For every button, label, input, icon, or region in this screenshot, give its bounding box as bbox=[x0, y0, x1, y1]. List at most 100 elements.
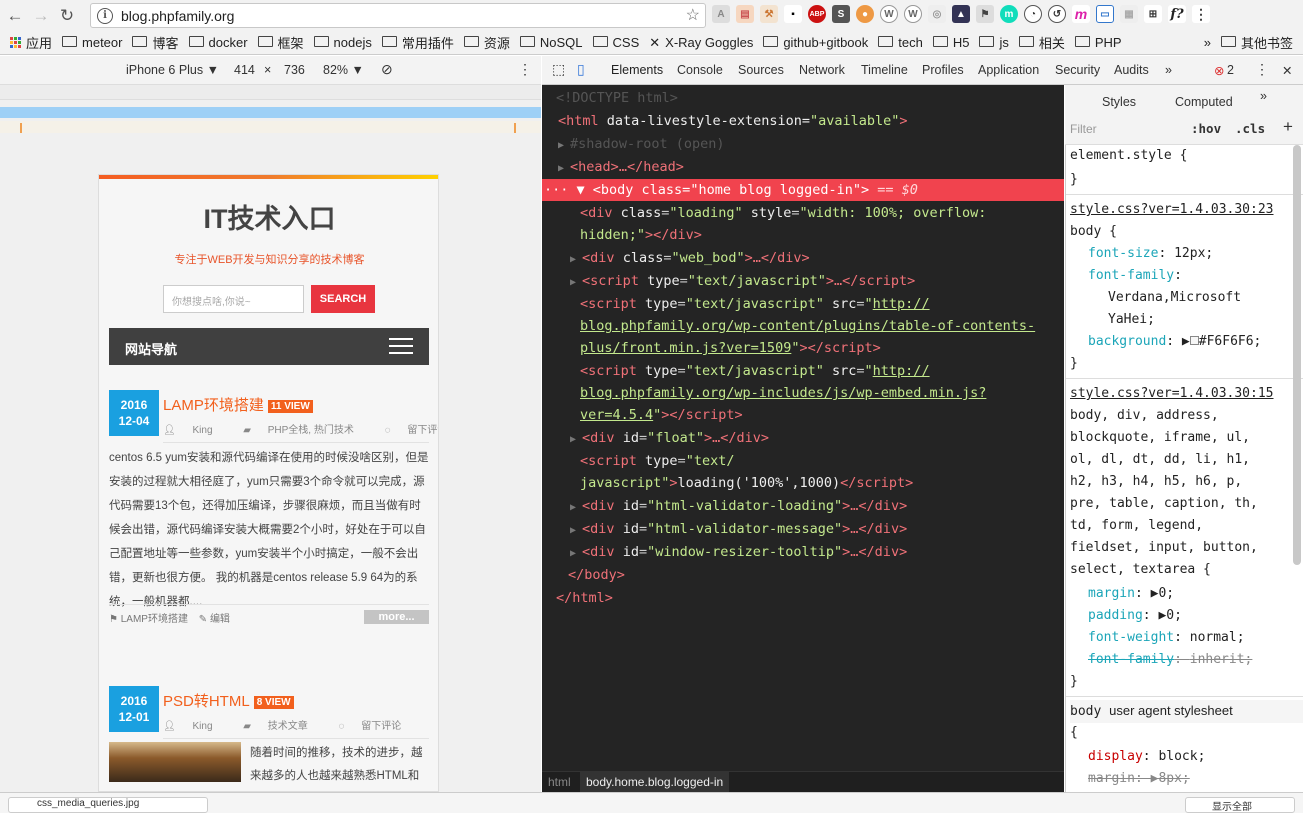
chart-ext-icon[interactable]: ▲ bbox=[952, 5, 970, 23]
edit-link[interactable]: ✎ 编辑 bbox=[199, 614, 230, 625]
bookmark-folder[interactable]: 博客 bbox=[132, 33, 179, 52]
zoom-select[interactable]: 82% ▼ bbox=[323, 63, 364, 77]
tag-link[interactable]: ⚑ LAMP环境搭建 bbox=[109, 614, 188, 625]
tab-timeline[interactable]: Timeline bbox=[861, 63, 908, 77]
back-icon[interactable]: ← bbox=[4, 5, 26, 27]
address-bar[interactable]: i blog.phpfamily.org ☆ bbox=[90, 3, 706, 28]
media-query-bar[interactable] bbox=[0, 121, 541, 133]
menu-icon[interactable]: ⋮ bbox=[1192, 5, 1210, 23]
info-icon[interactable]: i bbox=[97, 7, 113, 24]
category[interactable]: ▰ PHP全栈, 热门技术 bbox=[243, 425, 368, 436]
prop-margin[interactable]: margin: ▶0; bbox=[1088, 583, 1174, 605]
category[interactable]: ▰ 技术文章 bbox=[243, 721, 321, 732]
cls-toggle[interactable]: .cls bbox=[1235, 121, 1265, 136]
doctype-node[interactable]: <!DOCTYPE html> bbox=[556, 87, 678, 109]
script-src-node[interactable]: <script type="text/javascript" src="http… bbox=[580, 360, 930, 382]
close-devtools-icon[interactable]: ✕ bbox=[1282, 63, 1292, 78]
bookmark-folder[interactable]: js bbox=[979, 35, 1009, 50]
bookmark-folder[interactable]: github+gitbook bbox=[763, 35, 868, 50]
tab-sources[interactable]: Sources bbox=[738, 63, 784, 77]
html-node[interactable]: <html data-livestyle-extension="availabl… bbox=[558, 110, 908, 132]
tab-network[interactable]: Network bbox=[799, 63, 845, 77]
reload-icon[interactable]: ↻ bbox=[56, 5, 78, 27]
tab-audits[interactable]: Audits bbox=[1114, 63, 1149, 77]
comment-link[interactable]: ◌ 留下评论 bbox=[385, 425, 438, 436]
m-ext-icon[interactable]: m bbox=[1000, 5, 1018, 23]
tab-security[interactable]: Security bbox=[1055, 63, 1100, 77]
inspect-icon[interactable]: ⬚ bbox=[552, 61, 565, 78]
s-ext-icon[interactable]: S bbox=[832, 5, 850, 23]
tab-profiles[interactable]: Profiles bbox=[922, 63, 964, 77]
viewport-height[interactable]: 736 bbox=[284, 63, 305, 77]
wordpress2-ext-icon[interactable]: W bbox=[904, 5, 922, 23]
picker-ext-icon[interactable]: ▪ bbox=[784, 5, 802, 23]
tab-styles[interactable]: Styles bbox=[1102, 95, 1136, 109]
bookmark-xray[interactable]: ✕ X-Ray Goggles bbox=[649, 35, 753, 51]
hamburger-icon[interactable] bbox=[389, 338, 413, 354]
bookmark-folder[interactable]: tech bbox=[878, 35, 923, 50]
bookmark-star-icon[interactable]: ☆ bbox=[686, 5, 700, 25]
device-mode-icon[interactable]: ▯ bbox=[577, 61, 585, 78]
bookmark-folder[interactable]: CSS bbox=[592, 35, 639, 50]
head-node[interactable]: ▶ <head>…</head> bbox=[558, 156, 684, 180]
device-more-icon[interactable]: ⋮ bbox=[518, 61, 532, 78]
tab-computed[interactable]: Computed bbox=[1175, 95, 1233, 109]
more-button[interactable]: more... bbox=[364, 610, 429, 624]
bookmark-folder[interactable]: NoSQL bbox=[519, 35, 583, 50]
search-button[interactable]: SEARCH bbox=[311, 285, 375, 313]
bookmark-folder[interactable]: 资源 bbox=[463, 33, 510, 52]
prop-font-family[interactable]: font-family: bbox=[1088, 265, 1182, 287]
rotate-icon[interactable]: ⊘ bbox=[381, 61, 393, 78]
tab-elements[interactable]: Elements bbox=[611, 63, 663, 77]
script-node[interactable]: ▶ <script type="text/javascript">…</scri… bbox=[570, 270, 915, 294]
author[interactable]: 👤︎ King bbox=[163, 425, 227, 436]
bookmark-folder[interactable]: docker bbox=[188, 35, 248, 50]
prop-font-weight[interactable]: font-weight: normal; bbox=[1088, 627, 1245, 649]
sync-ext-icon[interactable]: ↺ bbox=[1048, 5, 1066, 23]
m2-ext-icon[interactable]: m bbox=[1072, 5, 1090, 23]
body-node[interactable]: ··· ▼ <body class="home blog logged-in">… bbox=[544, 179, 918, 201]
viewport-width[interactable]: 414 bbox=[234, 63, 255, 77]
styles-scrollbar[interactable] bbox=[1293, 145, 1301, 565]
bookmark-apps[interactable]: 应用 bbox=[10, 33, 52, 52]
breadcrumb-body[interactable]: body.home.blog.logged-in bbox=[580, 772, 730, 792]
media-query-bar[interactable] bbox=[0, 107, 541, 118]
tab-application[interactable]: Application bbox=[978, 63, 1039, 77]
script-src-link[interactable]: blog.phpfamily.org/wp-includes/js/wp-emb… bbox=[580, 382, 986, 404]
show-all-downloads-button[interactable]: 显示全部 bbox=[1185, 797, 1295, 813]
rule-source-link[interactable]: style.css?ver=1.4.03.30:15 bbox=[1070, 383, 1274, 405]
tab-console[interactable]: Console bbox=[677, 63, 723, 77]
bookmark-folder[interactable]: meteor bbox=[62, 35, 122, 50]
fquestion-ext-icon[interactable]: f? bbox=[1168, 5, 1186, 23]
adblock-ext-icon[interactable]: ABP bbox=[808, 5, 826, 23]
download-item[interactable]: css_media_queries.jpg bbox=[8, 797, 208, 813]
site-nav-bar[interactable]: 网站导航 bbox=[109, 328, 429, 365]
site-title[interactable]: IT技术入口 bbox=[99, 197, 438, 236]
float-div-node[interactable]: ▶ <div id="float">…</div> bbox=[570, 427, 769, 451]
prop-font-size[interactable]: font-size: 12px; bbox=[1088, 243, 1213, 265]
post-thumbnail[interactable] bbox=[109, 742, 241, 782]
rule-source-link[interactable]: style.css?ver=1.4.03.30:23 bbox=[1070, 199, 1274, 221]
script-src-node[interactable]: <script type="text/javascript" src="http… bbox=[580, 293, 930, 315]
post-title[interactable]: LAMP环境搭建 11 VIEW bbox=[163, 394, 313, 415]
other-bookmarks[interactable]: » 其他书签 bbox=[1204, 33, 1293, 52]
resizer-tooltip-node[interactable]: ▶ <div id="window-resizer-tooltip">…</di… bbox=[570, 541, 907, 565]
flag-ext-icon[interactable]: ⚑ bbox=[976, 5, 994, 23]
prop-padding[interactable]: padding: ▶0; bbox=[1088, 605, 1182, 627]
post-title[interactable]: PSD转HTML 8 VIEW bbox=[163, 690, 294, 711]
validator-message-node[interactable]: ▶ <div id="html-validator-message">…</di… bbox=[570, 518, 907, 542]
bookmark-folder[interactable]: 框架 bbox=[257, 33, 304, 52]
wordpress-ext-icon[interactable]: W bbox=[880, 5, 898, 23]
error-icon[interactable]: ⊗ bbox=[1214, 63, 1224, 78]
hov-toggle[interactable]: :hov bbox=[1191, 121, 1221, 136]
comment-link[interactable]: ◌ 留下评论 bbox=[339, 721, 416, 732]
html-close-node[interactable]: </html> bbox=[556, 587, 613, 609]
media-query-bar[interactable] bbox=[0, 85, 541, 100]
bookmark-folder[interactable]: H5 bbox=[932, 35, 969, 50]
shadow-root-node[interactable]: ▶ #shadow-root (open) bbox=[558, 133, 724, 157]
color-ext-icon[interactable]: ● bbox=[856, 5, 874, 23]
note-ext-icon[interactable]: ▤ bbox=[736, 5, 754, 23]
add-rule-icon[interactable]: + bbox=[1283, 117, 1293, 137]
search-input[interactable]: 你想搜点啥,你说~ bbox=[163, 285, 304, 313]
camera-ext-icon[interactable]: ◎ bbox=[928, 5, 946, 23]
